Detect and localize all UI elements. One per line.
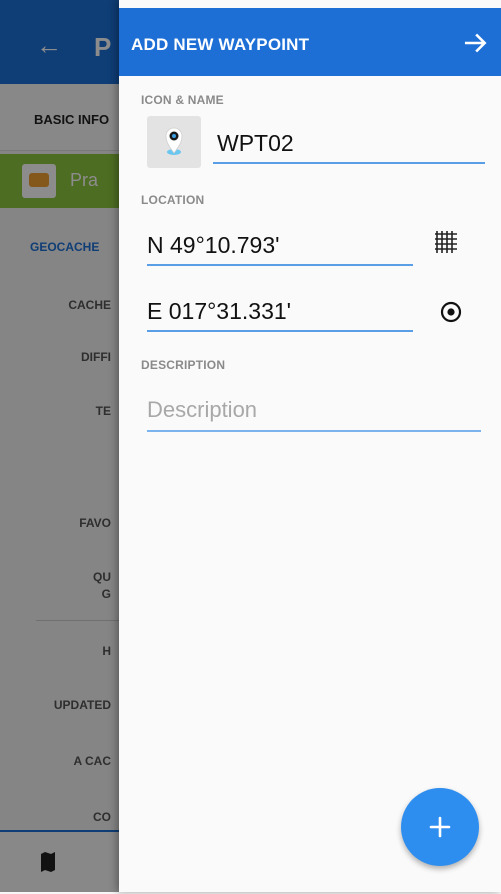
latitude-field[interactable] [147,226,413,266]
plus-icon [429,816,451,838]
waypoint-icon-picker[interactable] [147,116,201,168]
icon-name-label: ICON & NAME [141,93,224,107]
description-label: DESCRIPTION [141,358,226,372]
add-waypoint-drawer: ADD NEW WAYPOINT ICON & NAME LOCATION DE… [119,0,501,892]
grid-icon[interactable] [433,229,459,255]
drawer-title: ADD NEW WAYPOINT [131,35,310,54]
target-icon[interactable] [439,300,463,324]
map-pin-icon [165,127,183,155]
longitude-field[interactable] [147,292,413,332]
waypoint-name-field[interactable] [213,124,485,164]
add-button[interactable] [401,788,479,866]
description-field[interactable] [147,390,481,432]
arrow-right-icon[interactable] [463,30,489,56]
location-label: LOCATION [141,193,205,207]
drawer-header: ADD NEW WAYPOINT [119,8,501,76]
